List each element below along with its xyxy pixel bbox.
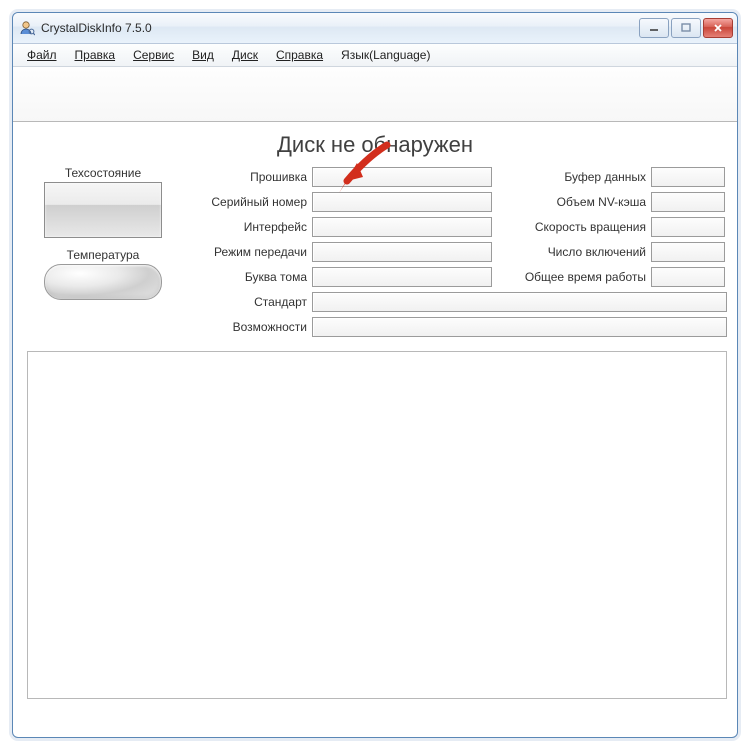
value-standard (312, 292, 727, 312)
value-interface (312, 217, 492, 237)
menu-service[interactable]: Сервис (125, 47, 182, 63)
temperature-pill (44, 264, 162, 300)
value-buffer (651, 167, 725, 187)
label-power-on-count: Число включений (492, 245, 651, 259)
title-bar: CrystalDiskInfo 7.5.0 (13, 13, 737, 44)
menu-language[interactable]: Язык(Language) (333, 47, 438, 63)
label-firmware: Прошивка (179, 170, 312, 184)
maximize-button[interactable] (671, 18, 701, 38)
menu-help[interactable]: Справка (268, 47, 331, 63)
label-buffer: Буфер данных (492, 170, 651, 184)
value-firmware (312, 167, 492, 187)
close-button[interactable] (703, 18, 733, 38)
menu-file[interactable]: Файл (19, 47, 65, 63)
value-features (312, 317, 727, 337)
disk-not-found-title: Диск не обнаружен (13, 122, 737, 164)
menu-bar: Файл Правка Сервис Вид Диск Справка Язык… (13, 44, 737, 67)
side-column: Техсостояние Температура (27, 166, 179, 341)
label-nv-cache: Объем NV-кэша (492, 195, 651, 209)
value-drive-letter (312, 267, 492, 287)
label-features: Возможности (179, 320, 312, 334)
value-power-on-count (651, 242, 725, 262)
value-serial (312, 192, 492, 212)
menu-edit[interactable]: Правка (67, 47, 124, 63)
value-transfer (312, 242, 492, 262)
minimize-button[interactable] (639, 18, 669, 38)
value-rotation (651, 217, 725, 237)
smart-attributes-list (27, 351, 727, 699)
disk-tab-strip (13, 67, 737, 122)
health-block: Техсостояние (27, 166, 179, 238)
info-area: Техсостояние Температура Прошивка Буфер … (13, 164, 737, 345)
window-frame: CrystalDiskInfo 7.5.0 Файл Правка Сервис… (12, 12, 738, 738)
fields-column: Прошивка Буфер данных Серийный номер Объ… (179, 166, 727, 341)
temperature-block: Температура (27, 248, 179, 300)
label-rotation: Скорость вращения (492, 220, 651, 234)
label-drive-letter: Буква тома (179, 270, 312, 284)
window-controls (639, 18, 733, 38)
health-label: Техсостояние (27, 166, 179, 182)
label-standard: Стандарт (179, 295, 312, 309)
menu-disk[interactable]: Диск (224, 47, 266, 63)
app-icon (19, 20, 35, 36)
label-interface: Интерфейс (179, 220, 312, 234)
health-status-box (44, 182, 162, 238)
value-power-on-hours (651, 267, 725, 287)
menu-view[interactable]: Вид (184, 47, 222, 63)
value-nv-cache (651, 192, 725, 212)
label-serial: Серийный номер (179, 195, 312, 209)
window-title: CrystalDiskInfo 7.5.0 (41, 21, 639, 35)
label-transfer: Режим передачи (179, 245, 312, 259)
content-area: Диск не обнаружен Техсостояние Температу… (13, 67, 737, 699)
label-power-on-hours: Общее время работы (492, 270, 651, 284)
temperature-label: Температура (27, 248, 179, 264)
